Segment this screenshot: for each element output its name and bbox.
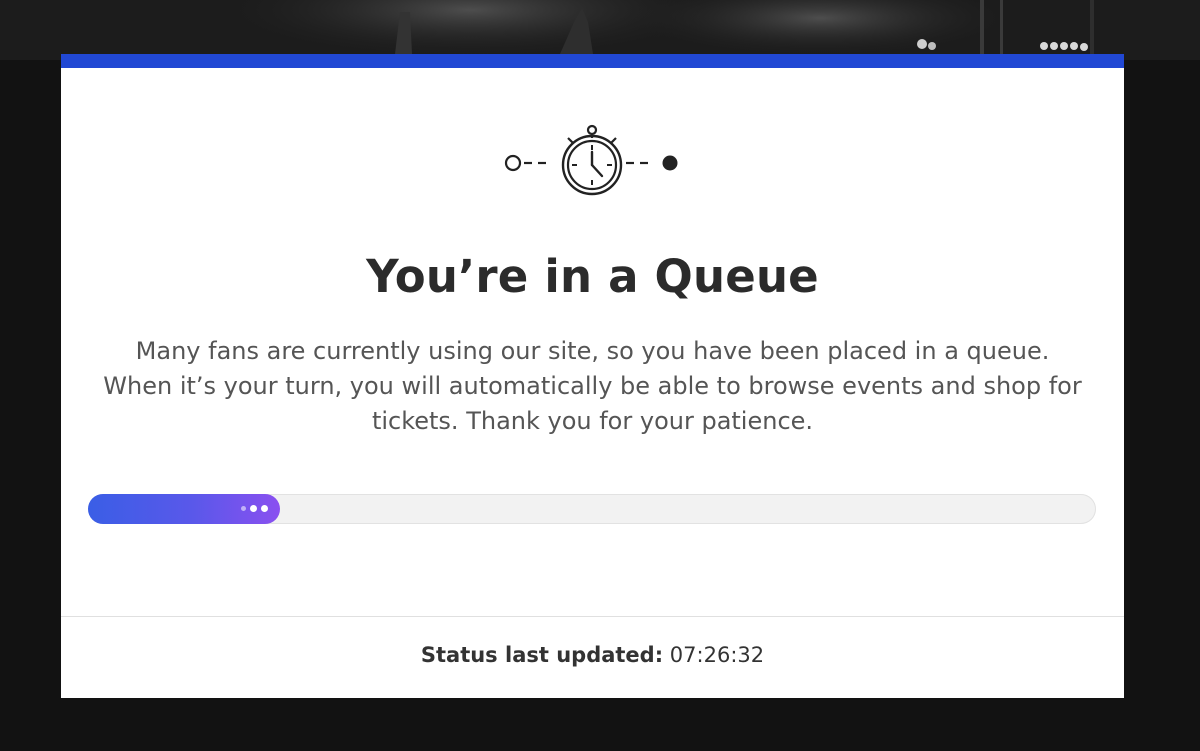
queue-modal: You’re in a Queue Many fans are currentl… xyxy=(61,54,1124,698)
queue-page: You’re in a Queue Many fans are currentl… xyxy=(0,0,1200,751)
queue-progress-bar xyxy=(88,494,1096,524)
queue-message: Many fans are currently using our site, … xyxy=(103,337,1082,435)
status-time: 07:26:32 xyxy=(669,643,765,667)
stopwatch-icon xyxy=(504,124,678,196)
status-label: Status last updated: xyxy=(420,643,664,667)
queue-progress-fill xyxy=(88,494,280,524)
status-line: Status last updated: 07:26:32 xyxy=(61,643,1124,667)
queue-title: You’re in a Queue xyxy=(366,250,819,303)
progress-loading-dots xyxy=(240,505,268,513)
modal-accent-bar xyxy=(61,54,1124,68)
modal-divider xyxy=(61,616,1124,617)
